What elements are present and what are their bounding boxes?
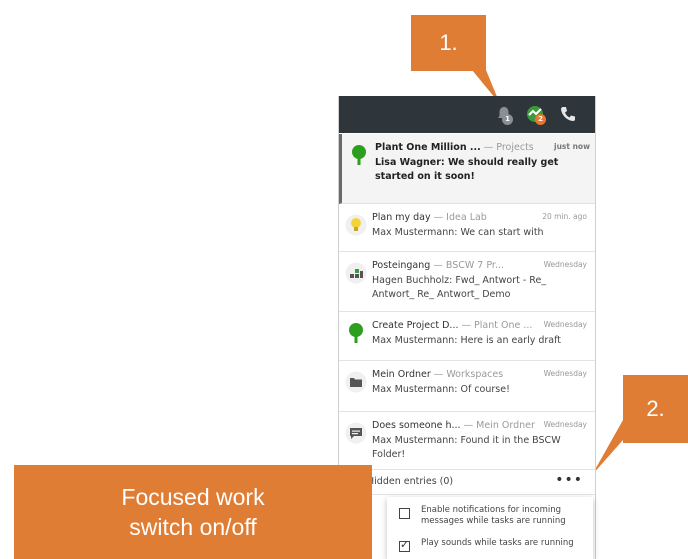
tree-icon — [349, 323, 363, 343]
callout-2: 2. — [623, 375, 688, 443]
notification-title: Plant One Million ... — Projects — [375, 142, 534, 153]
callout-line-2: switch on/off — [129, 514, 257, 540]
notification-item-4[interactable]: Create Project D... — Plant One ... Wedn… — [339, 312, 595, 361]
notification-message: Max Mustermann: We can start with — [372, 227, 544, 238]
notification-message: Max Mustermann: Found it in the BSCW Fol… — [372, 435, 561, 460]
notification-title: Mein Ordner — Workspaces — [372, 369, 504, 380]
callout-1: 1. — [411, 15, 486, 71]
notification-time: Wednesday — [543, 369, 587, 378]
checkmark-icon: ✓ — [400, 538, 410, 551]
feed-badge: 2 — [535, 114, 546, 125]
notification-item-5[interactable]: Mein Ordner — Workspaces Wednesday Max M… — [339, 361, 595, 412]
notification-item-1[interactable]: Plant One Million ... — Projects just no… — [339, 134, 595, 204]
notification-time: Wednesday — [543, 320, 587, 329]
notification-time: 20 min. ago — [542, 212, 587, 221]
option-label: Enable notifications for incoming messag… — [421, 505, 566, 526]
notification-title: Does someone h... — Mein Ordner — [372, 420, 535, 431]
tree-icon — [352, 145, 366, 165]
bell-badge: 1 — [502, 114, 513, 125]
notification-time: Wednesday — [543, 260, 587, 269]
top-bar: 1 2 — [339, 96, 595, 133]
notification-message: Hagen Buchholz: Fwd_ Antwort - Re_ Antwo… — [372, 275, 547, 300]
folder-icon — [345, 371, 367, 393]
callout-focused-work: Focused work switch on/off — [14, 465, 372, 559]
notification-item-2[interactable]: Plan my day — Idea Lab 20 min. ago Max M… — [339, 204, 595, 252]
inbox-icon — [345, 262, 367, 284]
notification-panel: 1 2 Plant One Million ... — Projects jus… — [338, 96, 596, 559]
notification-title: Create Project D... — Plant One ... — [372, 320, 533, 331]
notification-title: Posteingang — BSCW 7 Pr... — [372, 260, 505, 271]
phone-icon[interactable] — [558, 104, 578, 124]
checkbox-play-sounds[interactable]: ✓ — [399, 538, 410, 552]
notification-title: Plan my day — Idea Lab — [372, 212, 487, 223]
lightbulb-icon — [345, 214, 367, 236]
callout-line-1: Focused work — [121, 484, 265, 510]
notification-message: Max Mustermann: Of course! — [372, 384, 510, 395]
notification-time: just now — [554, 142, 590, 151]
option-label: Play sounds while tasks are running — [421, 538, 574, 548]
more-options-button[interactable]: ••• — [555, 472, 583, 488]
comment-icon — [345, 422, 367, 444]
checkbox-enable-notifications[interactable] — [399, 508, 410, 519]
callout-2-pointer — [592, 420, 623, 475]
hidden-entries-label[interactable]: Hidden entries (0) — [367, 476, 453, 487]
notification-item-6[interactable]: Does someone h... — Mein Ordner Wednesda… — [339, 412, 595, 470]
notification-message: Max Mustermann: Here is an early draft — [372, 335, 562, 346]
notification-time: Wednesday — [543, 420, 587, 429]
options-menu: Enable notifications for incoming messag… — [387, 497, 593, 559]
notification-item-3[interactable]: Posteingang — BSCW 7 Pr... Wednesday Hag… — [339, 252, 595, 312]
hidden-entries-row: Hidden entries (0) ••• — [339, 470, 595, 495]
notification-message: Lisa Wagner: We should really get starte… — [375, 157, 559, 182]
